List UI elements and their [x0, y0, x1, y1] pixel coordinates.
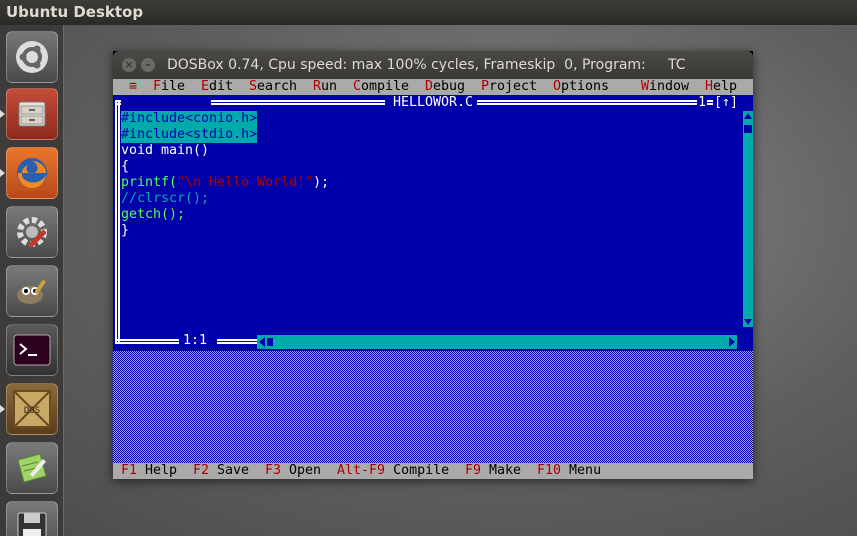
vertical-scrollbar[interactable]	[743, 111, 753, 327]
editor-close-box[interactable]: [■]	[121, 95, 212, 126]
string-literal: "\n Hello World!"	[177, 175, 314, 190]
status-altf9-compile[interactable]: Alt-F9 Compile	[337, 463, 449, 479]
system-settings-icon[interactable]	[6, 206, 58, 258]
text-editor-icon[interactable]	[6, 442, 58, 494]
running-indicator	[0, 169, 5, 177]
status-f9-make[interactable]: F9 Make	[465, 463, 521, 479]
status-f3-open[interactable]: F3 Open	[265, 463, 321, 479]
ubuntu-dash-icon[interactable]	[6, 31, 58, 83]
minimize-window-button[interactable]: –	[141, 58, 155, 72]
menu-run[interactable]: Run	[313, 79, 337, 95]
horizontal-scrollbar[interactable]	[257, 335, 737, 349]
system-menu[interactable]: ≡	[129, 79, 137, 95]
menu-compile[interactable]: Compile	[353, 79, 409, 95]
panel-title: Ubuntu Desktop	[6, 3, 144, 21]
menu-help[interactable]: Help	[705, 79, 737, 95]
running-indicator	[0, 405, 5, 413]
running-indicator	[0, 110, 5, 118]
editor-zoom-box[interactable]: [↑]	[713, 95, 740, 111]
scrollbar-h-arrows-icon	[259, 337, 735, 347]
tc-menubar: ≡ File Edit Search Run Compile Debug Pro…	[113, 79, 753, 95]
window-number: 1	[697, 95, 708, 111]
gimp-icon[interactable]	[6, 265, 58, 317]
tc-desktop-pattern	[113, 351, 753, 463]
code-line-3[interactable]: void main()	[121, 143, 209, 159]
dosbox-icon[interactable]: DOS	[6, 383, 58, 435]
window-title: DOSBox 0.74, Cpu speed: max 100% cycles,…	[167, 57, 686, 73]
status-f2-save[interactable]: F2 Save	[193, 463, 249, 479]
status-f1-help[interactable]: F1 Help	[121, 463, 177, 479]
printf-call: printf(	[121, 175, 178, 190]
menu-project[interactable]: Project	[481, 79, 537, 95]
code-line-8[interactable]: }	[121, 223, 129, 239]
editor-window: [■] HELLOWOR.C 1 [↑] #include<conio.h> #…	[113, 95, 753, 351]
status-f10-menu[interactable]: F10 Menu	[537, 463, 601, 479]
svg-text:DOS: DOS	[24, 406, 40, 416]
top-panel: Ubuntu Desktop	[0, 0, 857, 25]
code-line-2[interactable]: #include<stdio.h>	[121, 127, 258, 143]
frame-bottom-left	[115, 339, 179, 344]
terminal-icon[interactable]	[6, 324, 58, 376]
unity-launcher: DOS	[0, 25, 64, 536]
cursor-position: 1:1	[183, 333, 208, 348]
menu-search[interactable]: Search	[249, 79, 297, 95]
window-titlebar[interactable]: × – DOSBox 0.74, Cpu speed: max 100% cyc…	[113, 51, 753, 79]
file-manager-icon[interactable]	[6, 88, 58, 140]
frame-top-right	[473, 100, 697, 105]
firefox-icon[interactable]	[6, 147, 58, 199]
menu-debug[interactable]: Debug	[425, 79, 465, 95]
frame-left	[115, 100, 120, 344]
close-window-button[interactable]: ×	[122, 58, 136, 72]
menu-file[interactable]: File	[153, 79, 185, 95]
code-line-4[interactable]: {	[121, 159, 129, 175]
dos-screen[interactable]: ≡ File Edit Search Run Compile Debug Pro…	[113, 79, 753, 479]
code-line-1[interactable]: #include<conio.h>	[121, 111, 258, 127]
printf-close: );	[313, 175, 330, 190]
scrollbar-arrows-icon	[744, 113, 752, 325]
tc-statusbar: F1 Help F2 Save F3 Open Alt-F9 Compile F…	[113, 463, 753, 479]
code-line-6[interactable]: //clrscr();	[121, 191, 209, 207]
editor-filename: HELLOWOR.C	[389, 95, 478, 111]
code-line-5[interactable]: printf("\n Hello World!");	[121, 175, 329, 191]
code-line-7[interactable]: getch();	[121, 207, 185, 223]
save-disk-icon[interactable]	[6, 501, 58, 536]
frame-bottom-mid	[217, 339, 257, 344]
menu-window[interactable]: Window	[641, 79, 689, 95]
menu-edit[interactable]: Edit	[201, 79, 233, 95]
dosbox-window: × – DOSBox 0.74, Cpu speed: max 100% cyc…	[113, 51, 753, 479]
menu-options[interactable]: Options	[553, 79, 609, 95]
